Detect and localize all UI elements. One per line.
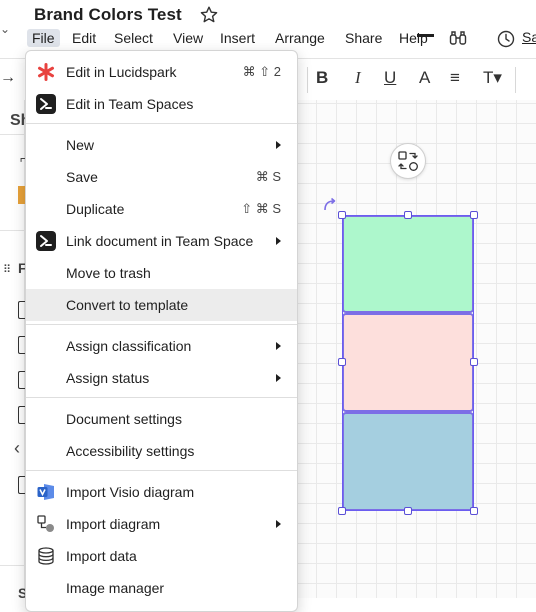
font-color-swatch bbox=[417, 34, 434, 37]
menu-help[interactable]: Help bbox=[394, 29, 433, 47]
menu-item-edit-in-team-spaces[interactable]: Edit in Team Spaces bbox=[26, 88, 297, 120]
menu-separator bbox=[26, 123, 297, 124]
menu-item-move-to-trash[interactable]: Move to trash bbox=[26, 257, 297, 289]
drag-handle-icon[interactable]: ⠿ bbox=[3, 263, 11, 276]
resize-handle-bottom[interactable] bbox=[404, 507, 412, 515]
menu-arrange[interactable]: Arrange bbox=[270, 29, 330, 47]
toolbar-divider bbox=[515, 67, 516, 93]
menu-item-duplicate[interactable]: Duplicate ⇧ ⌘ S bbox=[26, 193, 297, 225]
menu-item-save[interactable]: Save ⌘ S bbox=[26, 161, 297, 193]
menu-item-image-manager[interactable]: Image manager bbox=[26, 572, 297, 604]
selection-box bbox=[342, 215, 474, 511]
resize-handle-right[interactable] bbox=[470, 358, 478, 366]
submenu-arrow-icon bbox=[276, 374, 281, 382]
share-button[interactable]: Sa bbox=[522, 29, 536, 45]
menu-item-shortcut: ⌘ ⇧ 2 bbox=[242, 64, 281, 79]
toolbar-divider bbox=[307, 67, 308, 93]
shapes-panel: Sh ⌐ ⠿ F ‹ S bbox=[0, 100, 30, 601]
menu-separator bbox=[26, 470, 297, 471]
menu-item-label: Import diagram bbox=[66, 516, 161, 532]
italic-button[interactable]: I bbox=[355, 68, 361, 88]
resize-handle-top-right[interactable] bbox=[470, 211, 478, 219]
resize-handle-bottom-right[interactable] bbox=[470, 507, 478, 515]
title-row: ⌄ Brand Colors Test bbox=[0, 0, 536, 36]
decision-shape-icon[interactable]: ‹ bbox=[14, 438, 20, 459]
menu-item-label: Duplicate bbox=[66, 201, 125, 217]
import-diagram-icon bbox=[37, 515, 54, 532]
menu-item-label: Accessibility settings bbox=[66, 443, 195, 459]
resize-handle-top-left[interactable] bbox=[338, 211, 346, 219]
team-spaces-icon bbox=[36, 231, 56, 251]
underline-button[interactable]: U bbox=[384, 68, 396, 88]
visio-icon bbox=[37, 484, 54, 500]
menu-item-label: Edit in Lucidspark bbox=[66, 64, 177, 80]
menu-item-shortcut: ⇧ ⌘ S bbox=[241, 201, 281, 216]
font-color-button[interactable]: A bbox=[419, 68, 430, 88]
menu-item-import-visio-diagram[interactable]: Import Visio diagram bbox=[26, 476, 297, 508]
menu-item-label: Assign status bbox=[66, 370, 150, 386]
menu-item-assign-status[interactable]: Assign status bbox=[26, 362, 297, 394]
team-spaces-icon bbox=[36, 94, 56, 114]
menu-separator bbox=[26, 324, 297, 325]
menu-item-import-data[interactable]: Import data bbox=[26, 540, 297, 572]
bold-button[interactable]: B bbox=[316, 68, 328, 88]
menu-item-convert-to-template[interactable]: Convert to template bbox=[26, 289, 297, 321]
menu-select[interactable]: Select bbox=[109, 29, 158, 47]
resize-handle-top[interactable] bbox=[404, 211, 412, 219]
database-icon bbox=[38, 547, 54, 565]
menu-item-label: Edit in Team Spaces bbox=[66, 96, 194, 112]
lucidspark-icon bbox=[38, 63, 54, 81]
submenu-arrow-icon bbox=[276, 237, 281, 245]
menu-item-new[interactable]: New bbox=[26, 129, 297, 161]
menu-item-import-diagram[interactable]: Import diagram bbox=[26, 508, 297, 540]
menu-view[interactable]: View bbox=[168, 29, 208, 47]
clock-history-icon[interactable] bbox=[496, 29, 516, 49]
menu-item-label: Save bbox=[66, 169, 98, 185]
menu-item-label: Image manager bbox=[66, 580, 165, 596]
menu-item-shortcut: ⌘ S bbox=[255, 169, 281, 184]
resize-handle-left[interactable] bbox=[338, 358, 346, 366]
star-icon[interactable] bbox=[199, 5, 219, 25]
submenu-arrow-icon bbox=[276, 520, 281, 528]
menu-item-label: Link document in Team Space bbox=[66, 233, 254, 249]
menu-item-link-document-in-team-space[interactable]: Link document in Team Space bbox=[26, 225, 297, 257]
menu-share[interactable]: Share bbox=[340, 29, 387, 47]
menu-item-document-settings[interactable]: Document settings bbox=[26, 403, 297, 435]
text-options-button[interactable]: T▾ bbox=[483, 68, 502, 88]
menu-item-label: Import Visio diagram bbox=[66, 484, 195, 500]
menu-item-accessibility-settings[interactable]: Accessibility settings bbox=[26, 435, 297, 467]
submenu-arrow-icon bbox=[276, 342, 281, 350]
menu-item-label: Convert to template bbox=[66, 297, 189, 313]
swap-shapes-icon bbox=[398, 151, 418, 171]
text-align-button[interactable]: ≡ bbox=[450, 68, 460, 88]
menu-item-label: Document settings bbox=[66, 411, 182, 427]
menu-item-label: Move to trash bbox=[66, 265, 151, 281]
resize-handle-bottom-left[interactable] bbox=[338, 507, 346, 515]
document-title[interactable]: Brand Colors Test bbox=[34, 5, 182, 25]
file-menu-dropdown: Edit in Lucidspark ⌘ ⇧ 2 Edit in Team Sp… bbox=[25, 50, 298, 612]
menu-item-edit-in-lucidspark[interactable]: Edit in Lucidspark ⌘ ⇧ 2 bbox=[26, 56, 297, 88]
menu-item-label: New bbox=[66, 137, 95, 153]
rotate-handle-icon[interactable] bbox=[321, 196, 339, 214]
menu-item-label: Assign classification bbox=[66, 338, 192, 354]
arrow-right-icon[interactable]: → bbox=[0, 69, 16, 87]
menu-item-label: Import data bbox=[66, 548, 137, 564]
replace-shape-button[interactable] bbox=[390, 143, 426, 179]
menu-edit[interactable]: Edit bbox=[67, 29, 101, 47]
menu-separator bbox=[26, 397, 297, 398]
submenu-arrow-icon bbox=[276, 141, 281, 149]
menu-insert[interactable]: Insert bbox=[215, 29, 260, 47]
menu-item-assign-classification[interactable]: Assign classification bbox=[26, 330, 297, 362]
menu-file[interactable]: File bbox=[27, 29, 60, 47]
binoculars-icon[interactable] bbox=[448, 28, 468, 48]
